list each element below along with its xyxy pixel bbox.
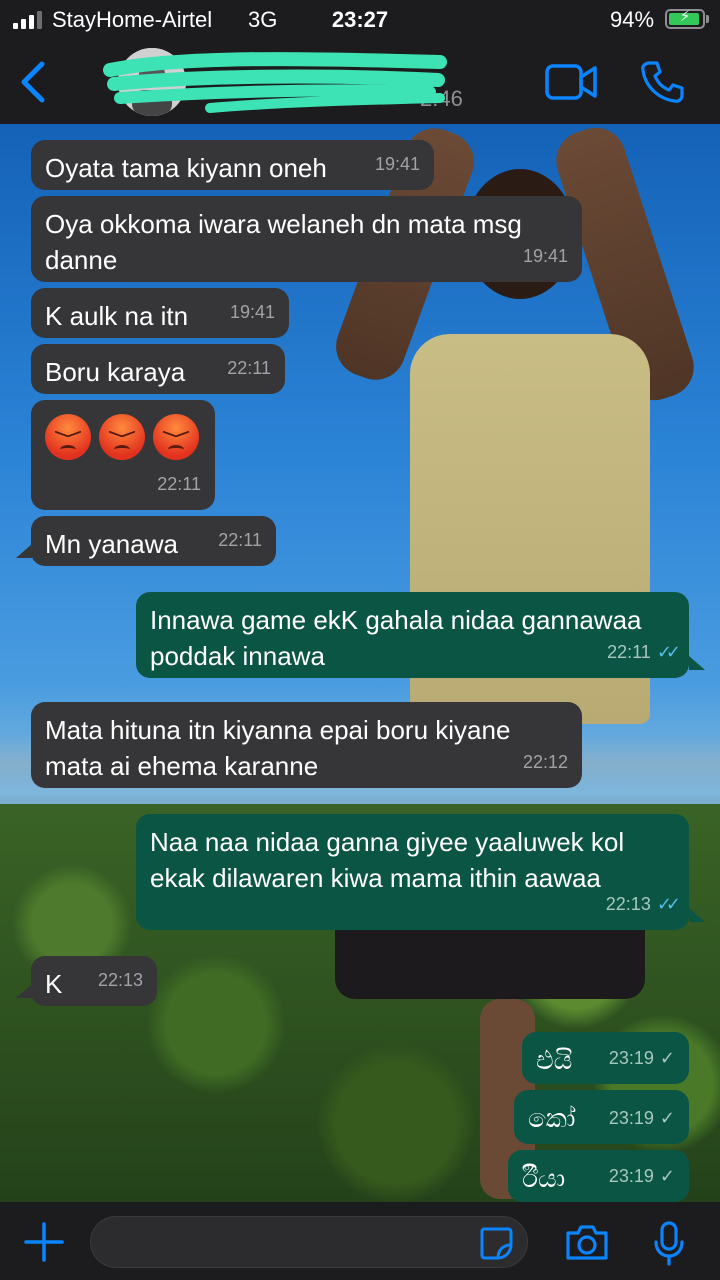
attach-button[interactable] bbox=[22, 1220, 66, 1264]
message-bubble-incoming[interactable]: Mata hituna itn kiyanna epai boru kiyane… bbox=[31, 702, 582, 788]
message-time: 22:11 bbox=[227, 358, 271, 378]
message-text: K bbox=[45, 969, 63, 999]
angry-face-icon bbox=[153, 414, 199, 460]
message-time: 22:11 bbox=[157, 474, 201, 494]
message-bubble-incoming[interactable]: Oya okkoma iwara welaneh dn mata msg dan… bbox=[31, 196, 582, 282]
message-time: 19:41 bbox=[522, 246, 568, 266]
sticker-icon bbox=[480, 1227, 513, 1260]
angry-face-icon bbox=[45, 414, 91, 460]
message-bubble-incoming[interactable]: K aulk na itn 19:41 bbox=[31, 288, 289, 338]
message-text: Oyata tama kiyann oneh bbox=[45, 153, 327, 183]
bubble-tail bbox=[16, 984, 32, 998]
composer-bar bbox=[0, 1202, 720, 1280]
message-time: 22:11 bbox=[607, 642, 651, 662]
bubble-tail bbox=[689, 656, 705, 670]
message-bubble-incoming[interactable]: 22:11 bbox=[31, 400, 215, 510]
message-time: 19:41 bbox=[374, 154, 420, 174]
message-text: ඊියා bbox=[522, 1163, 566, 1193]
message-text: Oya okkoma iwara welaneh dn mata msg dan… bbox=[45, 209, 522, 275]
message-time: 23:19 bbox=[608, 1048, 654, 1068]
status-bar: StayHome-Airtel 3G 23:27 94% ⚡ bbox=[0, 0, 720, 40]
phone-icon bbox=[641, 61, 684, 103]
message-text: එයි bbox=[536, 1045, 573, 1075]
message-meta: 23:19 ✓ bbox=[609, 1100, 675, 1136]
emoji-row bbox=[45, 414, 201, 460]
message-bubble-incoming[interactable]: Oyata tama kiyann oneh 19:41 bbox=[31, 140, 434, 190]
message-time: 22:13 bbox=[97, 970, 143, 990]
redaction-scribble bbox=[103, 52, 447, 113]
message-bubble-outgoing[interactable]: Naa naa nidaa ganna giyee yaaluwek kol e… bbox=[136, 814, 689, 930]
video-call-button[interactable] bbox=[544, 62, 598, 102]
single-check-icon: ✓ bbox=[659, 1048, 675, 1068]
sticker-button[interactable] bbox=[478, 1225, 514, 1261]
message-bubble-outgoing[interactable]: කෝ 23:19 ✓ bbox=[514, 1090, 689, 1144]
message-input[interactable] bbox=[90, 1216, 528, 1268]
message-meta: 23:19 ✓ bbox=[609, 1158, 675, 1194]
message-bubble-incoming[interactable]: Mn yanawa 22:11 bbox=[31, 516, 276, 566]
message-text: කෝ bbox=[528, 1103, 576, 1133]
message-text: Mn yanawa bbox=[45, 529, 178, 559]
message-time: 22:13 bbox=[605, 894, 651, 914]
message-text: K aulk na itn bbox=[45, 301, 189, 331]
bubble-tail bbox=[689, 908, 705, 922]
message-time: 22:12 bbox=[522, 752, 568, 772]
battery-nub bbox=[706, 15, 709, 23]
plus-icon bbox=[24, 1222, 64, 1262]
message-text: Mata hituna itn kiyanna epai boru kiyane… bbox=[45, 715, 511, 781]
message-list[interactable]: Oyata tama kiyann oneh 19:41 Oya okkoma … bbox=[0, 124, 720, 1202]
message-bubble-outgoing[interactable]: ඊියා 23:19 ✓ bbox=[508, 1150, 689, 1202]
angry-face-icon bbox=[99, 414, 145, 460]
message-text: Boru karaya bbox=[45, 357, 186, 387]
message-bubble-outgoing[interactable]: එයි 23:19 ✓ bbox=[522, 1032, 689, 1084]
chat-header: 2:46 bbox=[0, 40, 720, 124]
microphone-icon bbox=[654, 1221, 684, 1266]
message-text: Innawa game ekK gahala nidaa gannawaa po… bbox=[150, 605, 642, 671]
message-meta: 23:19 ✓ bbox=[609, 1040, 675, 1076]
voice-call-button[interactable] bbox=[638, 58, 686, 106]
message-bubble-incoming[interactable]: Boru karaya 22:11 bbox=[31, 344, 285, 394]
message-bubble-outgoing[interactable]: Innawa game ekK gahala nidaa gannawaa po… bbox=[136, 592, 689, 678]
double-check-icon: ✓✓ bbox=[656, 642, 681, 662]
message-bubble-incoming[interactable]: K 22:13 bbox=[31, 956, 157, 1006]
bubble-tail bbox=[16, 544, 32, 558]
message-time: 19:41 bbox=[229, 302, 275, 322]
message-meta: 22:11 ✓✓ bbox=[607, 634, 681, 670]
camera-button[interactable] bbox=[564, 1222, 610, 1262]
message-text: Naa naa nidaa ganna giyee yaaluwek kol e… bbox=[150, 827, 625, 893]
message-time: 22:11 bbox=[218, 530, 262, 550]
back-button[interactable] bbox=[14, 58, 54, 106]
single-check-icon: ✓ bbox=[659, 1166, 675, 1186]
single-check-icon: ✓ bbox=[659, 1108, 675, 1128]
double-check-icon: ✓✓ bbox=[656, 894, 681, 914]
message-time: 23:19 bbox=[608, 1108, 654, 1128]
message-meta: 22:13 ✓✓ bbox=[605, 886, 681, 922]
video-camera-icon bbox=[545, 64, 597, 100]
battery-percentage: 94% bbox=[610, 7, 655, 32]
voice-message-button[interactable] bbox=[652, 1220, 686, 1266]
charging-battery-icon: ⚡ bbox=[665, 8, 705, 29]
camera-icon bbox=[566, 1225, 608, 1260]
message-time: 23:19 bbox=[608, 1166, 654, 1186]
chevron-left-icon bbox=[21, 61, 45, 103]
